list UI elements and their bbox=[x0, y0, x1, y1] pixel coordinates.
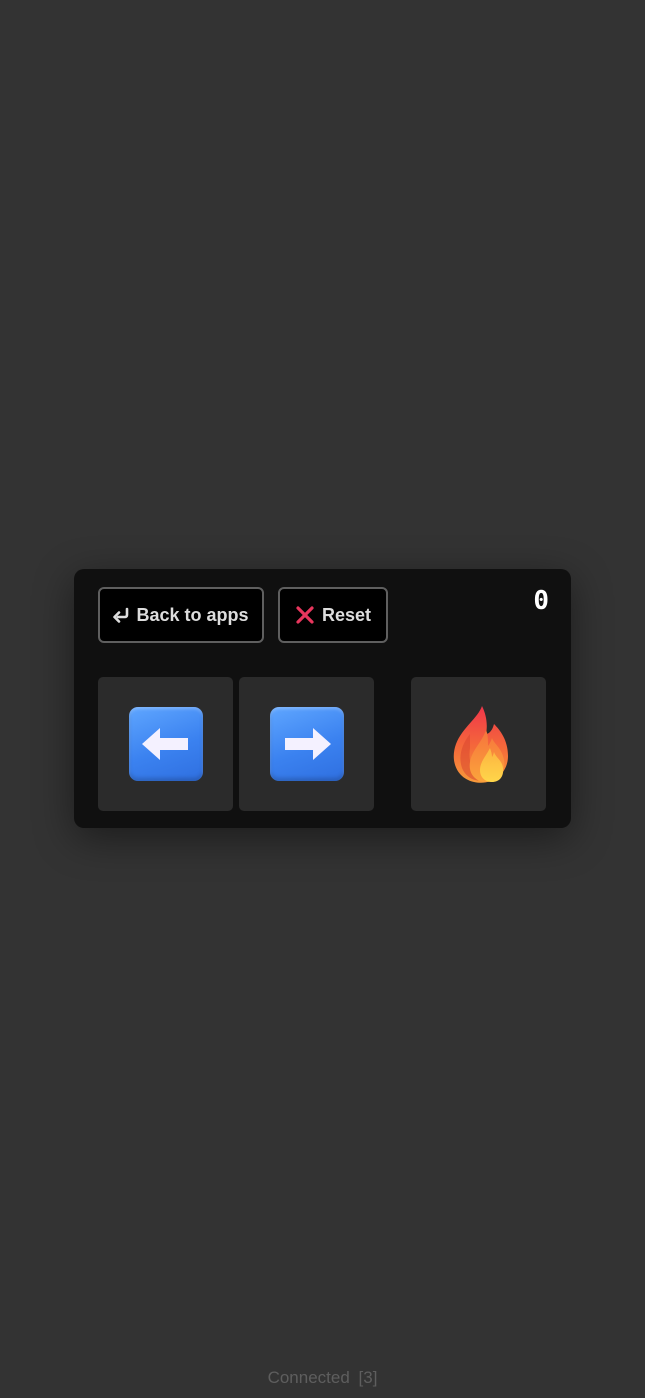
connection-status: Connected [3] bbox=[267, 1368, 378, 1387]
left-arrow-button[interactable] bbox=[98, 677, 233, 811]
back-to-apps-label: Back to apps bbox=[136, 604, 249, 625]
back-to-apps-button[interactable]: Back to apps bbox=[98, 587, 264, 643]
control-panel: Back to apps Reset 0 bbox=[74, 569, 571, 828]
return-arrow-icon bbox=[113, 607, 129, 623]
fire-icon bbox=[453, 706, 508, 783]
right-arrow-button[interactable] bbox=[239, 677, 374, 811]
cross-mark-icon bbox=[296, 606, 314, 624]
right-arrow-icon bbox=[269, 707, 344, 781]
score-counter: 0 bbox=[533, 586, 549, 616]
fire-button[interactable] bbox=[411, 677, 546, 811]
reset-label: Reset bbox=[321, 604, 372, 625]
reset-button[interactable]: Reset bbox=[278, 587, 388, 643]
left-arrow-icon bbox=[128, 707, 203, 781]
page: Back to apps Reset 0 Connected [3] bbox=[0, 0, 645, 1398]
